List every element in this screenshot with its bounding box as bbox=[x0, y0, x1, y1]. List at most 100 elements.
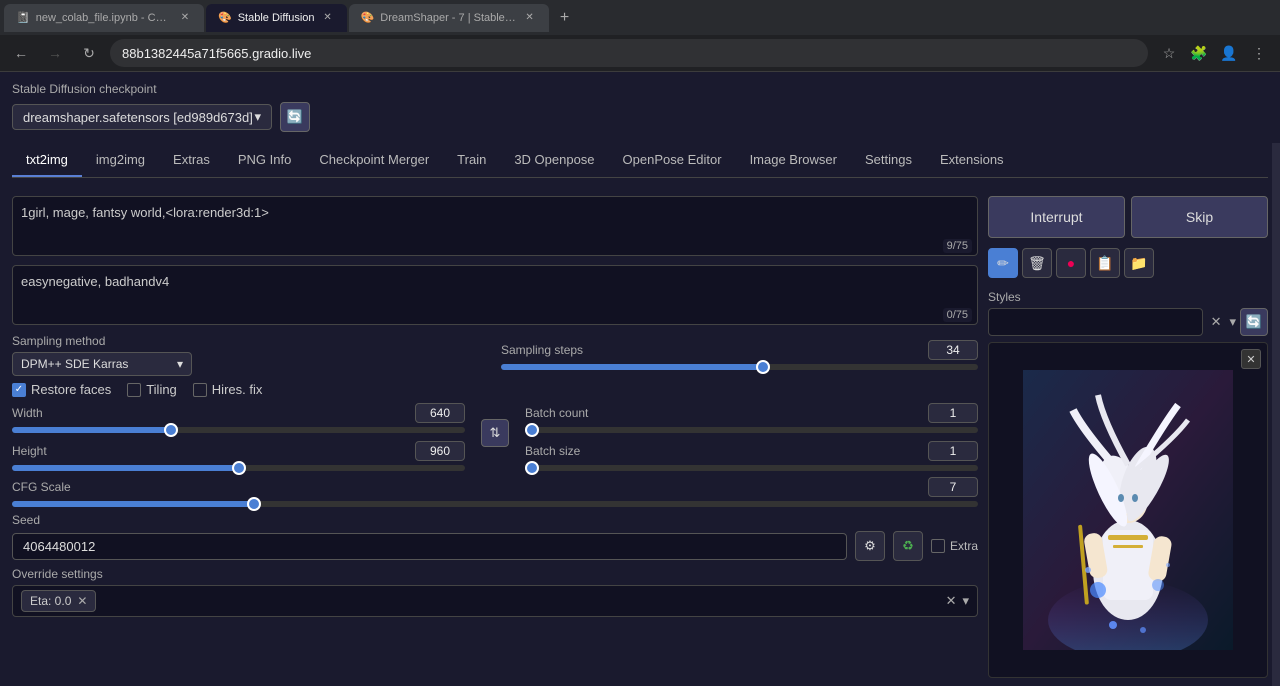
seed-recycle-button[interactable]: ♻ bbox=[893, 531, 923, 561]
tab3-favicon: 🎨 bbox=[361, 11, 375, 24]
styles-dropdown-icon[interactable]: ▾ bbox=[1229, 314, 1236, 330]
batch-size-slider[interactable] bbox=[525, 465, 978, 471]
negative-prompt-counter: 0/75 bbox=[943, 308, 972, 322]
swap-dimensions-button[interactable]: ⇅ bbox=[481, 419, 509, 447]
batch-group: Batch count 1 Batch size 1 bbox=[525, 403, 978, 471]
toolbar-icons: ✏ 🗑 ● 📋 📁 bbox=[988, 248, 1268, 278]
random-icon: ⚙ bbox=[864, 538, 876, 554]
hires-fix-box bbox=[193, 383, 207, 397]
reload-button[interactable]: ↻ bbox=[76, 40, 102, 66]
hires-fix-checkbox[interactable]: Hires. fix bbox=[193, 382, 263, 397]
override-group: Override settings Eta: 0.0 ✕ ✕ ▾ bbox=[12, 567, 978, 617]
copy-icon: 📋 bbox=[1096, 255, 1113, 272]
styles-refresh-button[interactable]: 🔄 bbox=[1240, 308, 1268, 336]
tab-extensions[interactable]: Extensions bbox=[926, 144, 1018, 177]
copy-icon-button[interactable]: 📋 bbox=[1090, 248, 1120, 278]
edit-icon-button[interactable]: ✏ bbox=[988, 248, 1018, 278]
trash-icon-button[interactable]: 🗑 bbox=[1022, 248, 1052, 278]
folder-icon-button[interactable]: 📁 bbox=[1124, 248, 1154, 278]
tab-checkpoint-merger[interactable]: Checkpoint Merger bbox=[305, 144, 443, 177]
edit-icon: ✏ bbox=[997, 255, 1009, 272]
red-icon: ● bbox=[1067, 255, 1075, 271]
checkpoint-refresh-button[interactable]: 🔄 bbox=[280, 102, 310, 132]
tab-png-info[interactable]: PNG Info bbox=[224, 144, 305, 177]
sampling-steps-label: Sampling steps bbox=[501, 343, 601, 357]
tab2-favicon: 🎨 bbox=[218, 11, 232, 24]
swap-icon: ⇅ bbox=[490, 425, 501, 441]
override-dropdown-icon[interactable]: ▾ bbox=[962, 593, 969, 609]
negative-prompt-input[interactable] bbox=[12, 265, 978, 325]
tab-extras[interactable]: Extras bbox=[159, 144, 224, 177]
tab-img2img[interactable]: img2img bbox=[82, 144, 159, 177]
tab1-favicon: 📓 bbox=[16, 11, 30, 24]
generated-image bbox=[1023, 370, 1233, 650]
extension-button[interactable]: 🧩 bbox=[1186, 40, 1212, 66]
override-clear-icon[interactable]: ✕ bbox=[946, 593, 957, 609]
bookmark-button[interactable]: ☆ bbox=[1156, 40, 1182, 66]
scrollbar[interactable] bbox=[1272, 143, 1280, 686]
browser-tab-1[interactable]: 📓 new_colab_file.ipynb - Colabora... ✕ bbox=[4, 4, 204, 32]
back-button[interactable]: ← bbox=[8, 40, 34, 66]
browser-tab-3[interactable]: 🎨 DreamShaper - 7 | Stable Diffusio... ✕ bbox=[349, 4, 549, 32]
skip-button[interactable]: Skip bbox=[1131, 196, 1268, 238]
checkpoint-select[interactable]: dreamshaper.safetensors [ed989d673d] ▾ bbox=[12, 104, 272, 130]
url-bar[interactable]: 88b1382445a71f5665.gradio.live bbox=[110, 39, 1148, 67]
tab-settings[interactable]: Settings bbox=[851, 144, 926, 177]
override-tag-value: Eta: 0.0 bbox=[30, 594, 71, 608]
tab-image-browser[interactable]: Image Browser bbox=[736, 144, 851, 177]
extra-box bbox=[931, 539, 945, 553]
new-tab-button[interactable]: + bbox=[551, 4, 579, 32]
folder-icon: 📁 bbox=[1130, 255, 1147, 272]
profile-button[interactable]: 👤 bbox=[1216, 40, 1242, 66]
tiling-label: Tiling bbox=[146, 382, 177, 397]
styles-label: Styles bbox=[988, 290, 1268, 304]
tab-txt2img[interactable]: txt2img bbox=[12, 144, 82, 177]
checkboxes-row: ✓ Restore faces Tiling Hires. fix bbox=[12, 382, 978, 397]
red-icon-button[interactable]: ● bbox=[1056, 248, 1086, 278]
forward-button[interactable]: → bbox=[42, 40, 68, 66]
restore-faces-checkbox[interactable]: ✓ Restore faces bbox=[12, 382, 111, 397]
sampling-method-select[interactable]: DPM++ SDE Karras ▾ bbox=[12, 352, 192, 376]
styles-clear-icon[interactable]: ✕ bbox=[1207, 314, 1226, 330]
tab1-close[interactable]: ✕ bbox=[178, 11, 192, 25]
menu-button[interactable]: ⋮ bbox=[1246, 40, 1272, 66]
seed-random-button[interactable]: ⚙ bbox=[855, 531, 885, 561]
override-select[interactable]: Eta: 0.0 ✕ ✕ ▾ bbox=[12, 585, 978, 617]
tab-train[interactable]: Train bbox=[443, 144, 500, 177]
trash-icon: 🗑 bbox=[1028, 255, 1046, 272]
override-tag-close[interactable]: ✕ bbox=[77, 594, 87, 608]
tiling-checkbox[interactable]: Tiling bbox=[127, 382, 177, 397]
checkpoint-label: Stable Diffusion checkpoint bbox=[12, 82, 1268, 96]
sampling-steps-slider[interactable] bbox=[501, 364, 978, 370]
width-slider[interactable] bbox=[12, 427, 465, 433]
tab-3d-openpose[interactable]: 3D Openpose bbox=[500, 144, 608, 177]
refresh-icon: 🔄 bbox=[287, 109, 303, 125]
height-slider[interactable] bbox=[12, 465, 465, 471]
sampling-steps-value: 34 bbox=[928, 340, 978, 360]
positive-prompt-input[interactable] bbox=[12, 196, 978, 256]
app-wrapper: Stable Diffusion checkpoint dreamshaper.… bbox=[0, 72, 1280, 686]
override-tag: Eta: 0.0 ✕ bbox=[21, 590, 96, 612]
tab-openpose-editor[interactable]: OpenPose Editor bbox=[609, 144, 736, 177]
tab2-close[interactable]: ✕ bbox=[321, 11, 335, 25]
batch-count-value: 1 bbox=[928, 403, 978, 423]
image-display-area: ✕ bbox=[988, 342, 1268, 678]
batch-count-label: Batch count bbox=[525, 406, 625, 420]
tab-bar: 📓 new_colab_file.ipynb - Colabora... ✕ 🎨… bbox=[0, 0, 1280, 35]
extra-checkbox[interactable]: Extra bbox=[931, 539, 978, 553]
styles-input[interactable] bbox=[988, 308, 1203, 336]
extra-label: Extra bbox=[950, 539, 978, 553]
cfg-slider[interactable] bbox=[12, 501, 978, 507]
browser-tab-2[interactable]: 🎨 Stable Diffusion ✕ bbox=[206, 4, 347, 32]
sampling-method-group: Sampling method DPM++ SDE Karras ▾ bbox=[12, 334, 489, 376]
checkpoint-dropdown-icon: ▾ bbox=[254, 109, 261, 125]
batch-count-slider[interactable] bbox=[525, 427, 978, 433]
interrupt-button[interactable]: Interrupt bbox=[988, 196, 1125, 238]
tab3-close[interactable]: ✕ bbox=[523, 11, 537, 25]
restore-faces-box: ✓ bbox=[12, 383, 26, 397]
sampling-steps-group: Sampling steps 34 bbox=[501, 340, 978, 370]
image-close-button[interactable]: ✕ bbox=[1241, 349, 1261, 369]
address-actions: ☆ 🧩 👤 ⋮ bbox=[1156, 40, 1272, 66]
sampling-method-label: Sampling method bbox=[12, 334, 489, 348]
seed-input[interactable] bbox=[12, 533, 847, 560]
